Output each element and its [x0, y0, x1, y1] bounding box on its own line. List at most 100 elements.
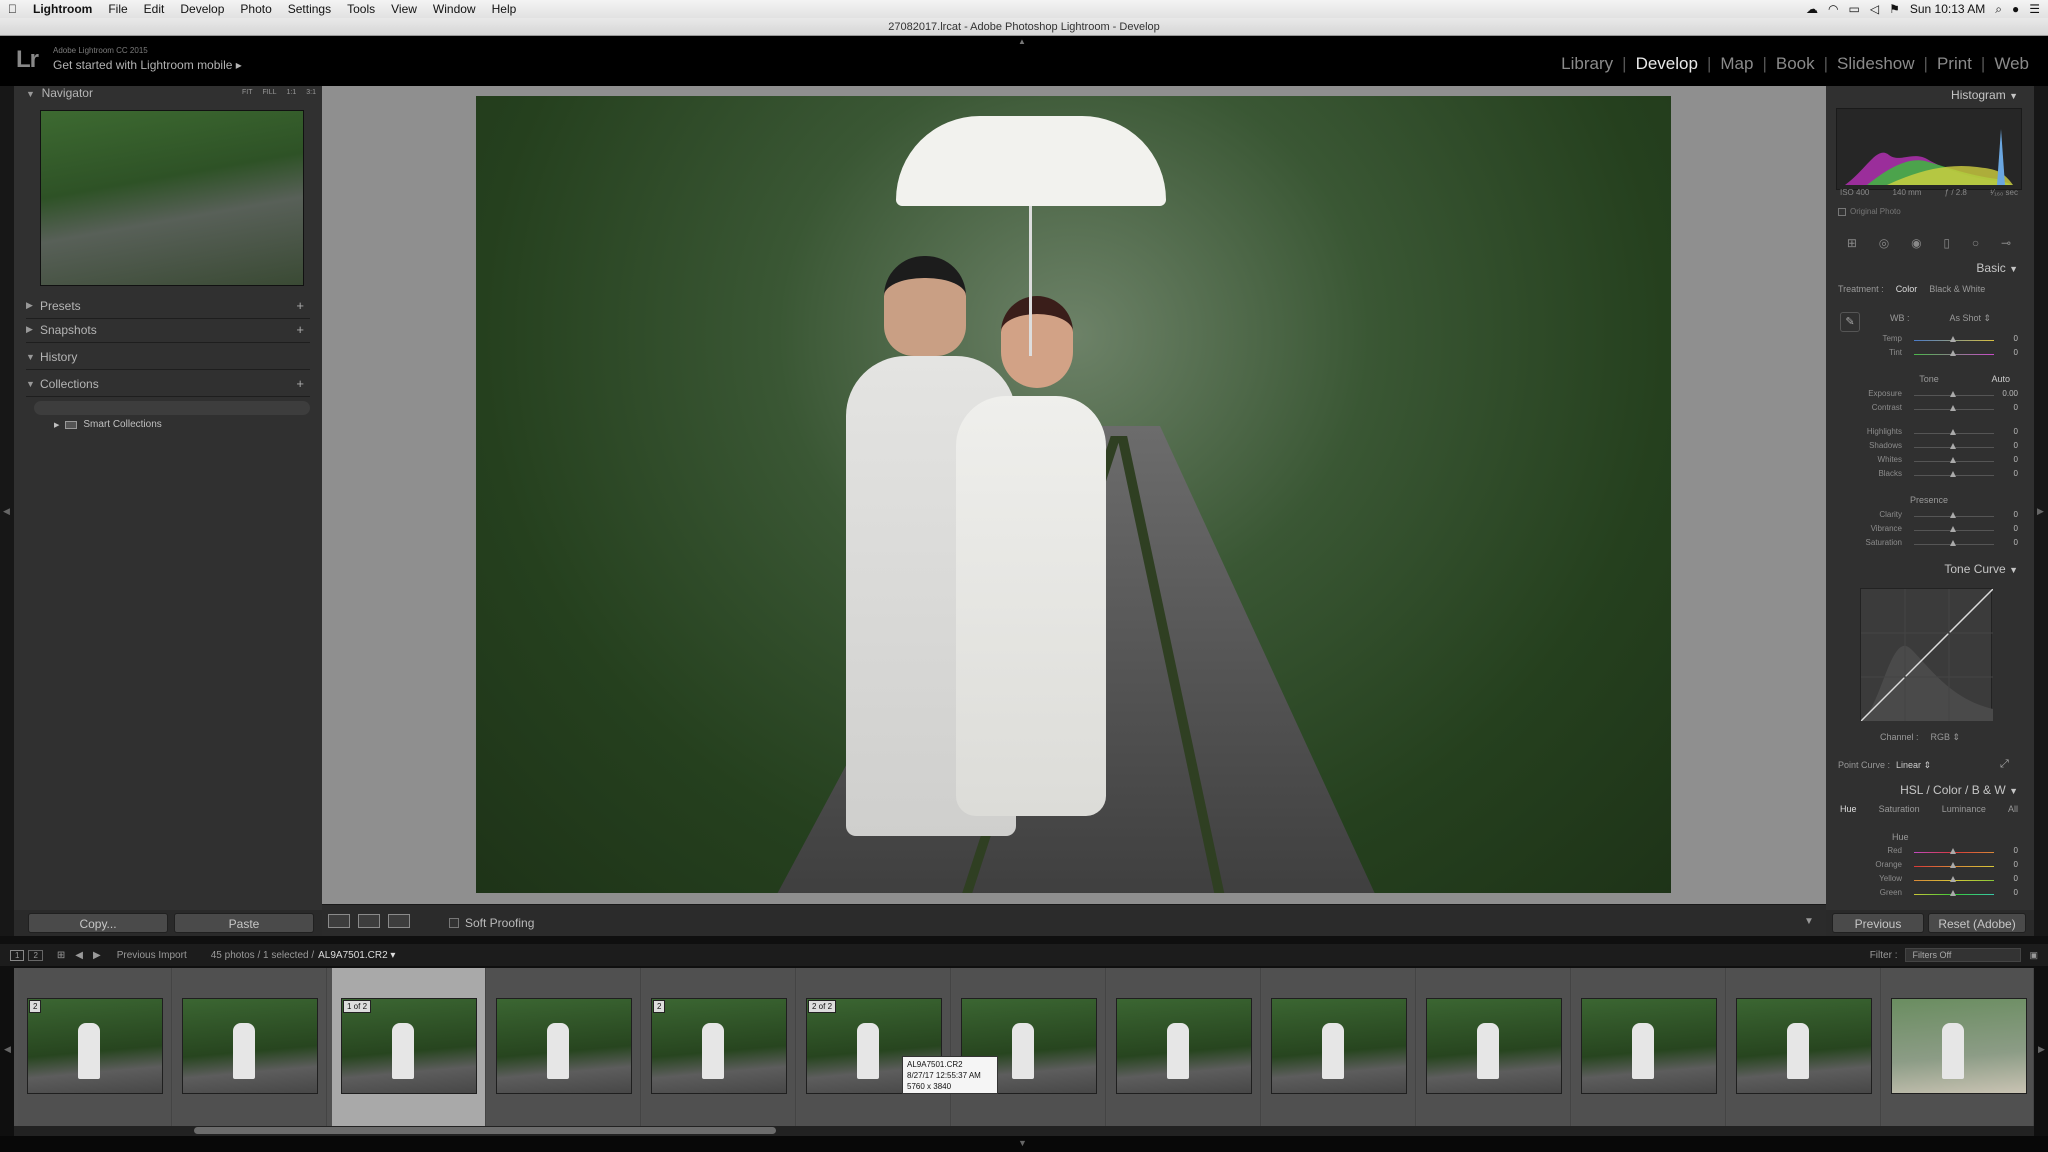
slider-knob[interactable]: [1950, 350, 1956, 356]
monitor-1-icon[interactable]: 1: [10, 949, 25, 961]
slider-knob[interactable]: [1950, 848, 1956, 854]
filmstrip-thumb[interactable]: [487, 968, 641, 1126]
slider-value[interactable]: 0: [2014, 455, 2018, 464]
thumbnail-image[interactable]: [1116, 998, 1252, 1094]
menu-lightroom[interactable]: Lightroom: [25, 0, 100, 18]
slider-knob[interactable]: [1950, 443, 1956, 449]
menu-settings[interactable]: Settings: [280, 0, 339, 18]
display-icon[interactable]: ▭: [1849, 2, 1860, 16]
soft-proofing-checkbox[interactable]: [449, 918, 459, 928]
graduated-filter-icon[interactable]: ▯: [1943, 236, 1950, 250]
thumbnail-image[interactable]: [182, 998, 318, 1094]
slider-shadows[interactable]: Shadows 0: [1836, 441, 2022, 454]
menu-window[interactable]: Window: [425, 0, 484, 18]
tab-luminance[interactable]: Luminance: [1942, 804, 1986, 814]
menu-file[interactable]: File: [100, 0, 135, 18]
stack-badge[interactable]: 2: [29, 1000, 42, 1013]
spot-removal-icon[interactable]: ◎: [1879, 236, 1889, 250]
radial-filter-icon[interactable]: ○: [1972, 236, 1979, 250]
slider-value[interactable]: 0: [2014, 348, 2018, 357]
channel-value[interactable]: RGB: [1931, 732, 1951, 742]
stack-badge[interactable]: 1 of 2: [343, 1000, 372, 1013]
basic-header[interactable]: Basic ▼: [1832, 257, 2022, 279]
loupe-view-icon[interactable]: [328, 914, 350, 928]
crop-icon[interactable]: ⊞: [1847, 236, 1857, 250]
tab-saturation[interactable]: Saturation: [1879, 804, 1920, 814]
slider-knob[interactable]: [1950, 540, 1956, 546]
slider-knob[interactable]: [1950, 429, 1956, 435]
volume-icon[interactable]: ◁: [1870, 2, 1879, 16]
smart-collections-item[interactable]: ▶ Smart Collections: [54, 419, 162, 430]
top-panel-toggle-icon[interactable]: ▲: [1018, 37, 1026, 46]
snapshots-header[interactable]: ▶ Snapshots +: [26, 317, 310, 343]
filmstrip-thumb[interactable]: [1417, 968, 1571, 1126]
module-print[interactable]: Print: [1928, 54, 1981, 74]
filmstrip-thumb[interactable]: 2: [18, 968, 172, 1126]
tab-hue[interactable]: Hue: [1840, 804, 1857, 814]
slider-highlights[interactable]: Highlights 0: [1836, 427, 2022, 440]
slider-value[interactable]: 0: [2014, 469, 2018, 478]
slider-value[interactable]: 0: [2014, 510, 2018, 519]
toolbar-menu-icon[interactable]: ▼: [1804, 916, 1814, 927]
slider-knob[interactable]: [1950, 457, 1956, 463]
thumbnail-image[interactable]: [1736, 998, 1872, 1094]
filmstrip-right-icon[interactable]: ▶: [2038, 1044, 2045, 1055]
histogram-header[interactable]: Histogram ▼: [1832, 84, 2022, 106]
menu-view[interactable]: View: [383, 0, 425, 18]
slider-value[interactable]: 0.00: [2002, 389, 2018, 398]
slider-tint[interactable]: Tint 0: [1836, 348, 2022, 361]
cloud-icon[interactable]: ☁: [1806, 2, 1818, 16]
nav-fill[interactable]: FILL: [263, 89, 277, 96]
slider-value[interactable]: 0: [2014, 846, 2018, 855]
module-book[interactable]: Book: [1767, 54, 1824, 74]
treatment-color[interactable]: Color: [1896, 284, 1918, 294]
module-slideshow[interactable]: Slideshow: [1828, 54, 1924, 74]
hsl-orange[interactable]: Orange 0: [1836, 860, 2022, 873]
red-eye-icon[interactable]: ◉: [1911, 236, 1921, 250]
monitor-2-icon[interactable]: 2: [28, 949, 43, 961]
copy-button[interactable]: Copy...: [28, 913, 168, 933]
menu-tools[interactable]: Tools: [339, 0, 383, 18]
thumbnail-image[interactable]: [1891, 998, 2027, 1094]
hsl-yellow[interactable]: Yellow 0: [1836, 874, 2022, 887]
filmstrip-thumb[interactable]: [173, 968, 327, 1126]
curve-edit-icon[interactable]: ⤢: [2000, 758, 2009, 771]
slider-knob[interactable]: [1950, 512, 1956, 518]
tab-all[interactable]: All: [2008, 804, 2018, 814]
module-web[interactable]: Web: [1985, 54, 2038, 74]
add-collection-icon[interactable]: +: [296, 376, 304, 391]
filmstrip-scroll-thumb[interactable]: [194, 1127, 776, 1134]
original-photo-checkbox[interactable]: [1838, 207, 1846, 216]
module-develop[interactable]: Develop: [1627, 54, 1707, 74]
slider-knob[interactable]: [1950, 391, 1956, 397]
slider-value[interactable]: 0: [2014, 888, 2018, 897]
filmstrip-left-icon[interactable]: ◀: [4, 1044, 11, 1055]
slider-value[interactable]: 0: [2014, 874, 2018, 883]
point-curve-value[interactable]: Linear: [1896, 760, 1921, 770]
collection-filter-input[interactable]: [34, 401, 310, 415]
lock-icon[interactable]: ▣: [2029, 950, 2038, 961]
clock[interactable]: Sun 10:13 AM: [1910, 2, 1985, 16]
slider-value[interactable]: 0: [2014, 524, 2018, 533]
collections-header[interactable]: ▼ Collections +: [26, 371, 310, 397]
thumbnail-image[interactable]: [496, 998, 632, 1094]
wb-select[interactable]: As Shot ⇕: [1950, 313, 1992, 324]
reset-button[interactable]: Reset (Adobe): [1928, 913, 2026, 933]
slider-value[interactable]: 0: [2014, 538, 2018, 547]
navigator-preview[interactable]: [40, 110, 304, 286]
tone-curve-header[interactable]: Tone Curve ▼: [1832, 558, 2022, 580]
slider-knob[interactable]: [1950, 405, 1956, 411]
slider-knob[interactable]: [1950, 890, 1956, 896]
nav-3to1[interactable]: 3:1: [306, 89, 316, 96]
slider-contrast[interactable]: Contrast 0: [1836, 403, 2022, 416]
nav-fit[interactable]: FIT: [242, 89, 253, 96]
left-panel-toggle-icon[interactable]: ◀: [3, 506, 10, 517]
hsl-red[interactable]: Red 0: [1836, 846, 2022, 859]
add-snapshot-icon[interactable]: +: [296, 322, 304, 337]
slider-knob[interactable]: [1950, 526, 1956, 532]
hsl-title[interactable]: HSL / Color / B & W: [1900, 783, 2006, 797]
module-library[interactable]: Library: [1552, 54, 1622, 74]
filter-select[interactable]: Filters Off: [1905, 948, 2022, 962]
histogram[interactable]: [1836, 108, 2022, 190]
slider-value[interactable]: 0: [2014, 427, 2018, 436]
